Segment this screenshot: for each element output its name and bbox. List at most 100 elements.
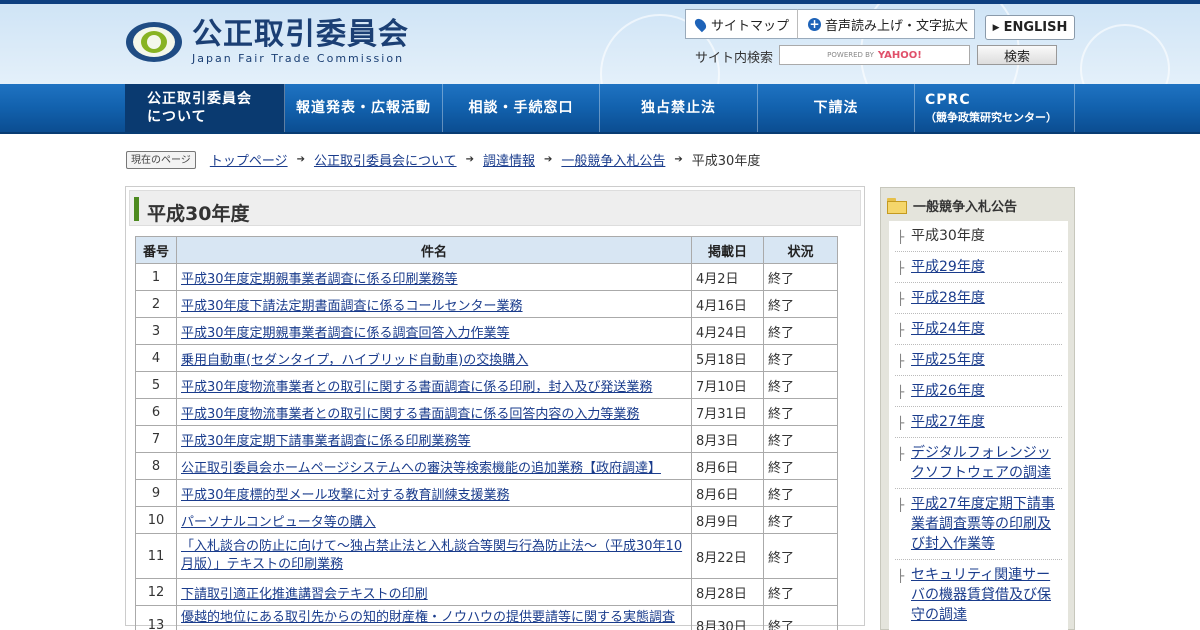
nav-item-about[interactable]: 公正取引委員会 について [125,84,285,132]
bid-table: 番号 件名 掲載日 状況 1 平成30年度定期親事業者調査に係る印刷業務等 4月2日… [135,236,838,630]
sitemap-link[interactable]: サイトマップ [685,9,798,39]
row-number: 4 [135,344,177,372]
row-title-link[interactable]: パーソナルコンピュータ等の購入 [181,515,376,530]
global-nav: 公正取引委員会 について 報道発表・広報活動 相談・手続窓口 独占禁止法 下請法 … [0,84,1200,134]
voice-zoom-link[interactable]: + 音声読み上げ・文字拡大 [797,9,975,39]
sidebar-item[interactable]: ├ 平成28年度 [895,283,1062,314]
sidebar-item-link[interactable]: 平成26年度 [911,383,985,399]
row-title-link[interactable]: 優越的地位にある取引先からの知的財産権・ノウハウの提供要請等に関する実態調査に [181,610,675,630]
breadcrumb-link-about[interactable]: 公正取引委員会について [314,150,457,169]
row-date: 7月10日 [691,371,764,399]
search-button[interactable]: 検索 [977,45,1057,65]
row-title-cell: 平成30年度標的型メール攻撃に対する教育訓練支援業務 [176,479,692,507]
row-number: 5 [135,371,177,399]
row-title-cell: パーソナルコンピュータ等の購入 [176,506,692,534]
sidebar-item-link[interactable]: 平成24年度 [911,321,985,337]
row-number: 9 [135,479,177,507]
sidebar-item-link[interactable]: 平成27年度定期下請事業者調査票等の印刷及び封入作業等 [911,496,1055,552]
table-row: 6 平成30年度物流事業者との取引に関する書面調査に係る回答内容の入力等業務 7月3… [135,398,838,426]
row-date: 8月30日 [691,605,764,630]
row-date: 8月6日 [691,452,764,480]
map-pin-icon [692,16,709,32]
breadcrumb-link-procurement[interactable]: 調達情報 [483,150,535,169]
sidebar-item[interactable]: ├ 平成24年度 [895,314,1062,345]
row-title-link[interactable]: 公正取引委員会ホームページシステムへの審決等検索機能の追加業務【政府調達】 [181,461,661,476]
tree-branch-icon: ├ [897,230,905,244]
sidebar-item-link[interactable]: 平成27年度 [911,414,985,430]
row-number: 12 [135,578,177,606]
row-title-cell: 平成30年度下請法定期書面調査に係るコールセンター業務 [176,290,692,318]
sidebar-item-link[interactable]: デジタルフォレンジックソフトウェアの調達 [911,445,1051,481]
breadcrumb-link-bids[interactable]: 一般競争入札公告 [561,150,665,169]
sitemap-label: サイトマップ [711,18,790,34]
table-row: 4 乗用自動車(セダンタイプ，ハイブリッド自動車)の交換購入 5月18日 終了 [135,344,838,372]
row-date: 8月6日 [691,479,764,507]
row-number: 8 [135,452,177,480]
chevron-right-icon: ➔ [674,154,683,165]
triangle-right-icon: ▶ [992,22,1000,33]
row-date: 4月2日 [691,263,764,291]
site-logo[interactable]: 公正取引委員会 Japan Fair Trade Commission [126,18,409,66]
row-title-cell: 下請取引適正化推進講習会テキストの印刷 [176,578,692,606]
logo-title: 公正取引委員会 [192,17,409,52]
jftc-emblem-icon [126,20,182,64]
nav-item-subcontract[interactable]: 下請法 [758,84,915,132]
row-number: 6 [135,398,177,426]
table-row: 2 平成30年度下請法定期書面調査に係るコールセンター業務 4月16日 終了 [135,290,838,318]
column-header-title: 件名 [176,236,692,264]
row-title-link[interactable]: 平成30年度下請法定期書面調査に係るコールセンター業務 [181,299,523,314]
sidebar-item-link[interactable]: 平成25年度 [911,352,985,368]
row-status: 終了 [763,533,838,579]
tree-branch-icon: ├ [897,385,905,399]
row-title-link[interactable]: 平成30年度定期親事業者調査に係る印刷業務等 [181,272,458,287]
table-row: 1 平成30年度定期親事業者調査に係る印刷業務等 4月2日 終了 [135,263,838,291]
english-button[interactable]: ▶ ENGLISH [985,15,1075,40]
row-status: 終了 [763,263,838,291]
sidebar-list: ├ 平成30年度 ├ 平成29年度 ├ 平成28年度 ├ 平成24年度 ├ 平成25年度 ├ 平成26… [889,221,1068,630]
sidebar-item[interactable]: ├ デジタルフォレンジックソフトウェアの調達 [895,438,1062,489]
row-status: 終了 [763,479,838,507]
row-title-link[interactable]: 平成30年度定期親事業者調査に係る調査回答入力作業等 [181,326,510,341]
sidebar-item[interactable]: ├ 平成29年度 [895,252,1062,283]
chevron-right-icon: ➔ [465,154,474,165]
nav-item-consultation[interactable]: 相談・手続窓口 [443,84,600,132]
row-date: 4月16日 [691,290,764,318]
sidebar-item[interactable]: ├ セキュリティ関連サーバの機器賃貸借及び保守の調達 [895,560,1062,630]
row-title-link[interactable]: 平成30年度定期下請事業者調査に係る印刷業務等 [181,434,471,449]
row-title-link[interactable]: 平成30年度標的型メール攻撃に対する教育訓練支援業務 [181,488,510,503]
sidebar-item[interactable]: ├ 平成26年度 [895,376,1062,407]
tree-branch-icon: ├ [897,354,905,368]
sidebar-item: ├ 平成30年度 [895,221,1062,252]
row-title-cell: 平成30年度定期親事業者調査に係る調査回答入力作業等 [176,317,692,345]
logo-subtitle: Japan Fair Trade Commission [192,52,405,65]
nav-item-cprc[interactable]: CPRC （競争政策研究センター） [915,84,1075,132]
sidebar-item[interactable]: ├ 平成27年度定期下請事業者調査票等の印刷及び封入作業等 [895,489,1062,560]
table-row: 5 平成30年度物流事業者との取引に関する書面調査に係る印刷，封入及び発送業務 7月… [135,371,838,399]
row-title-link[interactable]: 「入札談合の防止に向けて～独占禁止法と入札談合等関与行為防止法～（平成30年10… [181,539,682,572]
sidebar-item[interactable]: ├ 平成27年度 [895,407,1062,438]
nav-item-antimonopoly[interactable]: 独占禁止法 [600,84,758,132]
column-header-date: 掲載日 [691,236,764,264]
row-title-link[interactable]: 平成30年度物流事業者との取引に関する書面調査に係る回答内容の入力等業務 [181,407,639,422]
row-title-link[interactable]: 乗用自動車(セダンタイプ，ハイブリッド自動車)の交換購入 [181,353,528,368]
sidebar-item[interactable]: ├ 平成25年度 [895,345,1062,376]
row-title-link[interactable]: 平成30年度物流事業者との取引に関する書面調査に係る印刷，封入及び発送業務 [181,380,652,395]
row-status: 終了 [763,452,838,480]
row-title-link[interactable]: 下請取引適正化推進講習会テキストの印刷 [181,587,428,602]
row-date: 8月9日 [691,506,764,534]
sidebar-item-link[interactable]: セキュリティ関連サーバの機器賃貸借及び保守の調達 [911,567,1051,623]
nav-item-press[interactable]: 報道発表・広報活動 [285,84,443,132]
tree-branch-icon: ├ [897,569,905,583]
folder-icon [887,197,907,214]
title-accent-mark [134,197,139,221]
column-header-status: 状況 [763,236,838,264]
sidebar-item-link[interactable]: 平成28年度 [911,290,985,306]
row-title-cell: 平成30年度定期下請事業者調査に係る印刷業務等 [176,425,692,453]
row-status: 終了 [763,317,838,345]
site-search-input[interactable]: POWERED BY YAHOO! [779,45,970,65]
row-number: 13 [135,605,177,630]
sidebar-item-link[interactable]: 平成29年度 [911,259,985,275]
decorative-circle [1080,24,1170,84]
breadcrumb-link-top[interactable]: トップページ [210,150,288,169]
row-number: 2 [135,290,177,318]
